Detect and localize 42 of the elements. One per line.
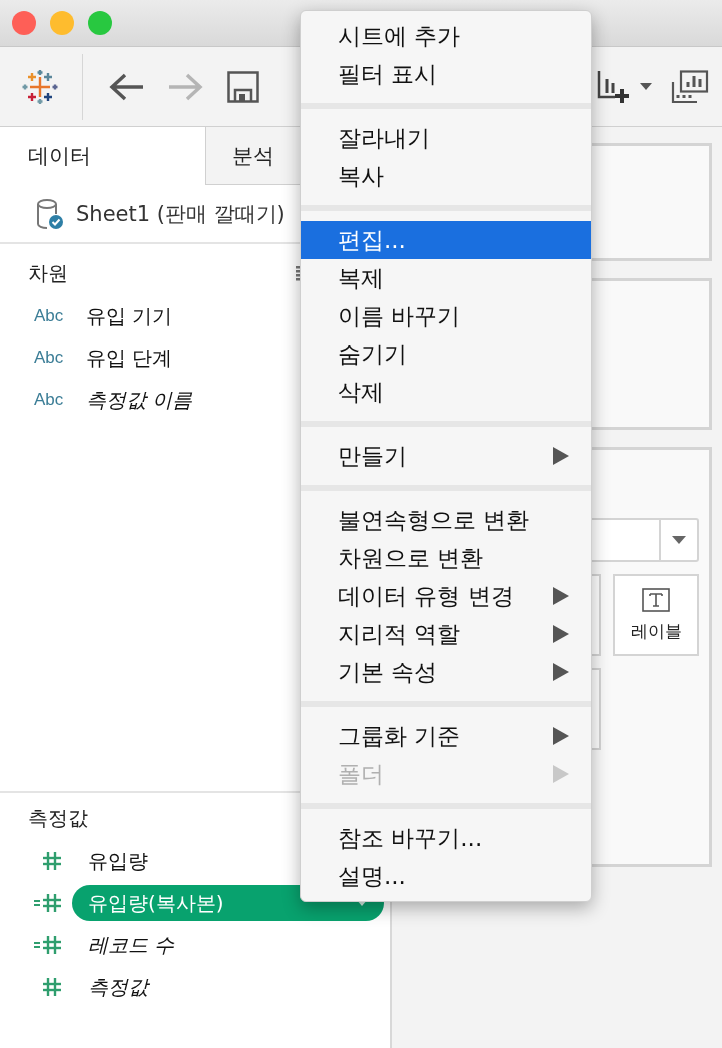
datasource-name[interactable]: Sheet1 (판매 깔때기) [76, 199, 285, 228]
field-item[interactable]: 유입량 [72, 843, 164, 879]
label-button[interactable]: 레이블 [613, 574, 699, 656]
back-arrow-icon [109, 71, 145, 102]
calculated-number-icon [34, 893, 62, 913]
menu-item[interactable]: 참조 바꾸기... [301, 819, 591, 857]
menu-item[interactable]: 지리적 역할 [301, 615, 591, 653]
field-item[interactable]: 유입 단계 [86, 344, 173, 372]
caret-icon [672, 536, 686, 544]
menu-item[interactable]: 불연속형으로 변환 [301, 501, 591, 539]
menu-item[interactable]: 기본 속성 [301, 653, 591, 691]
logo-icon [22, 68, 58, 105]
menu-item[interactable]: 편집... [301, 221, 591, 259]
type-icon: Abc [0, 390, 86, 410]
menu-item[interactable]: 필터 표시 [301, 55, 591, 93]
number-icon [42, 977, 62, 997]
type-icon: Abc [0, 306, 86, 326]
field-item[interactable]: 측정값 [72, 969, 164, 1005]
chart-add-icon [597, 68, 631, 105]
menu-item[interactable]: 이름 바꾸기 [301, 297, 591, 335]
text-icon [642, 587, 670, 612]
menu-item[interactable]: 삭제 [301, 373, 591, 411]
menu-item[interactable]: 숨기기 [301, 335, 591, 373]
forward-arrow-icon [167, 71, 203, 102]
section-title: 측정값 [28, 805, 88, 832]
menu-item[interactable]: 복제 [301, 259, 591, 297]
menu-item[interactable]: 데이터 유형 변경 [301, 577, 591, 615]
menu-item[interactable]: 차원으로 변환 [301, 539, 591, 577]
section-title: 차원 [28, 260, 68, 287]
field-item[interactable]: 측정값 이름 [86, 386, 193, 414]
field-item[interactable]: 유입 기기 [86, 302, 173, 330]
caret-icon[interactable] [640, 82, 652, 91]
menu-item[interactable]: 그룹화 기준 [301, 717, 591, 755]
menu-item[interactable]: 만들기 [301, 437, 591, 475]
bar-chart-icon [671, 69, 709, 104]
menu-item[interactable]: 시트에 추가 [301, 17, 591, 55]
number-icon [42, 851, 62, 871]
field-item[interactable]: 레코드 수 [72, 927, 191, 963]
type-icon: Abc [0, 348, 86, 368]
save-icon [227, 70, 259, 103]
database-check-icon [36, 197, 64, 230]
calculated-number-icon [34, 935, 62, 955]
